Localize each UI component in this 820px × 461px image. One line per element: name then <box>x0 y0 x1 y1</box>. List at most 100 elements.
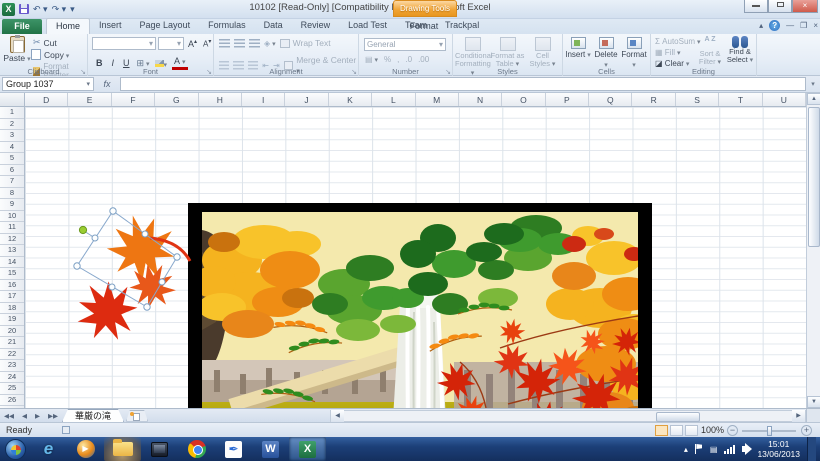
shrink-font-button[interactable]: A▾ <box>201 38 213 49</box>
row-header-2[interactable]: 2 <box>0 119 24 131</box>
row-header-12[interactable]: 12 <box>0 234 24 246</box>
row-header-24[interactable]: 24 <box>0 372 24 384</box>
autosum-button[interactable]: Σ AutoSum <box>655 37 701 46</box>
tab-review[interactable]: Review <box>292 18 340 34</box>
copy-button[interactable]: Copy <box>33 50 87 60</box>
percent-icon[interactable]: % <box>384 55 391 64</box>
column-header-L[interactable]: L <box>372 93 415 106</box>
zoom-slider-thumb[interactable] <box>767 426 772 436</box>
fill-button[interactable]: ▦ Fill <box>655 48 701 57</box>
column-header-K[interactable]: K <box>329 93 372 106</box>
sort-filter-button[interactable]: A Z Sort & Filter <box>695 36 725 67</box>
horizontal-scroll-thumb[interactable] <box>656 412 700 422</box>
column-header-T[interactable]: T <box>719 93 762 106</box>
last-sheet-icon[interactable]: ▶▶ <box>44 412 62 420</box>
tab-data[interactable]: Data <box>255 18 292 34</box>
tab-formulas[interactable]: Formulas <box>199 18 255 34</box>
select-all-corner[interactable] <box>0 93 25 107</box>
row-header-8[interactable]: 8 <box>0 188 24 200</box>
row-header-18[interactable]: 18 <box>0 303 24 315</box>
scroll-right-icon[interactable]: ▶ <box>792 410 805 422</box>
window-close-button[interactable]: × <box>792 0 818 13</box>
wrap-text-button[interactable]: Wrap Text <box>280 38 331 48</box>
row-header-22[interactable]: 22 <box>0 349 24 361</box>
tab-load-test[interactable]: Load Test <box>339 18 396 34</box>
column-header-P[interactable]: P <box>546 93 589 106</box>
row-header-9[interactable]: 9 <box>0 199 24 211</box>
tray-app-icon[interactable]: ▤ <box>710 445 718 454</box>
font-size-combobox[interactable]: ▾ <box>158 37 184 50</box>
tab-home[interactable]: Home <box>46 18 90 34</box>
page-break-view-icon[interactable] <box>685 425 698 436</box>
workbook-close-icon[interactable]: × <box>813 21 818 30</box>
workbook-minimize-icon[interactable]: — <box>786 21 794 30</box>
previous-sheet-icon[interactable]: ◀ <box>18 412 31 420</box>
row-header-4[interactable]: 4 <box>0 142 24 154</box>
scroll-left-icon[interactable]: ◀ <box>331 410 344 422</box>
column-header-U[interactable]: U <box>763 93 806 106</box>
taskbar-dark-app[interactable] <box>141 437 178 461</box>
row-header-17[interactable]: 17 <box>0 291 24 303</box>
taskbar-editor-app[interactable]: ✒ <box>215 437 252 461</box>
column-header-F[interactable]: F <box>112 93 155 106</box>
hidden-icons-arrow-icon[interactable]: ▴ <box>684 445 688 454</box>
row-header-13[interactable]: 13 <box>0 245 24 257</box>
taskbar-internet-explorer[interactable]: e <box>30 437 67 461</box>
column-header-O[interactable]: O <box>502 93 545 106</box>
delete-cells-button[interactable]: Delete <box>592 36 620 70</box>
scroll-up-icon[interactable]: ▲ <box>807 93 820 105</box>
cut-button[interactable]: ✂Cut <box>33 37 87 48</box>
row-header-23[interactable]: 23 <box>0 360 24 372</box>
row-header-16[interactable]: 16 <box>0 280 24 292</box>
show-desktop-button[interactable] <box>807 437 816 461</box>
tray-clock[interactable]: 15:01 13/06/2013 <box>757 439 800 459</box>
increase-decimal-icon[interactable]: .0 <box>405 55 412 64</box>
minimize-ribbon-icon[interactable]: ▴ <box>759 21 763 30</box>
column-header-H[interactable]: H <box>199 93 242 106</box>
window-minimize-button[interactable] <box>744 0 768 13</box>
column-header-N[interactable]: N <box>459 93 502 106</box>
network-signal-icon[interactable] <box>724 445 735 454</box>
help-icon[interactable]: ? <box>769 20 780 31</box>
clipboard-dialog-launcher-icon[interactable]: ↘ <box>80 68 86 76</box>
window-restore-button[interactable] <box>768 0 792 13</box>
column-header-D[interactable]: D <box>25 93 68 106</box>
row-header-7[interactable]: 7 <box>0 176 24 188</box>
start-button[interactable] <box>0 437 30 461</box>
accounting-format-icon[interactable]: ▤ <box>365 55 378 64</box>
vertical-scrollbar[interactable]: ▲ ▼ <box>806 93 820 408</box>
taskbar-chrome[interactable] <box>178 437 215 461</box>
taskbar-word[interactable]: W <box>252 437 289 461</box>
column-header-R[interactable]: R <box>632 93 675 106</box>
macro-record-icon[interactable] <box>62 426 70 434</box>
column-header-J[interactable]: J <box>285 93 328 106</box>
scroll-down-icon[interactable]: ▼ <box>807 396 820 408</box>
number-format-combobox[interactable]: General▾ <box>364 38 446 51</box>
name-box-dropdown-icon[interactable]: ▾ <box>86 80 90 88</box>
row-header-15[interactable]: 15 <box>0 268 24 280</box>
font-name-combobox[interactable]: ▾ <box>92 37 156 50</box>
formula-bar-expand-icon[interactable]: ▾ <box>806 80 820 88</box>
speaker-icon[interactable] <box>742 446 747 452</box>
workbook-restore-icon[interactable]: ❒ <box>800 21 807 30</box>
column-header-M[interactable]: M <box>416 93 459 106</box>
tab-page-layout[interactable]: Page Layout <box>131 18 200 34</box>
row-header-21[interactable]: 21 <box>0 337 24 349</box>
alignment-dialog-launcher-icon[interactable]: ↘ <box>351 68 357 76</box>
vertical-scroll-thumb[interactable] <box>808 107 820 247</box>
action-center-flag-icon[interactable] <box>695 444 703 454</box>
column-header-Q[interactable]: Q <box>589 93 632 106</box>
page-layout-view-icon[interactable] <box>670 425 683 436</box>
row-header-3[interactable]: 3 <box>0 130 24 142</box>
align-middle-icon[interactable] <box>234 39 245 48</box>
orientation-icon[interactable]: ◈ <box>264 39 276 48</box>
align-top-icon[interactable] <box>219 39 230 48</box>
column-header-E[interactable]: E <box>68 93 111 106</box>
row-header-19[interactable]: 19 <box>0 314 24 326</box>
row-header-5[interactable]: 5 <box>0 153 24 165</box>
taskbar-windows-explorer[interactable] <box>104 437 141 461</box>
decrease-decimal-icon[interactable]: .00 <box>418 55 429 64</box>
tab-insert[interactable]: Insert <box>90 18 131 34</box>
taskbar-media-player[interactable]: ▶ <box>67 437 104 461</box>
row-header-1[interactable]: 1 <box>0 107 24 119</box>
